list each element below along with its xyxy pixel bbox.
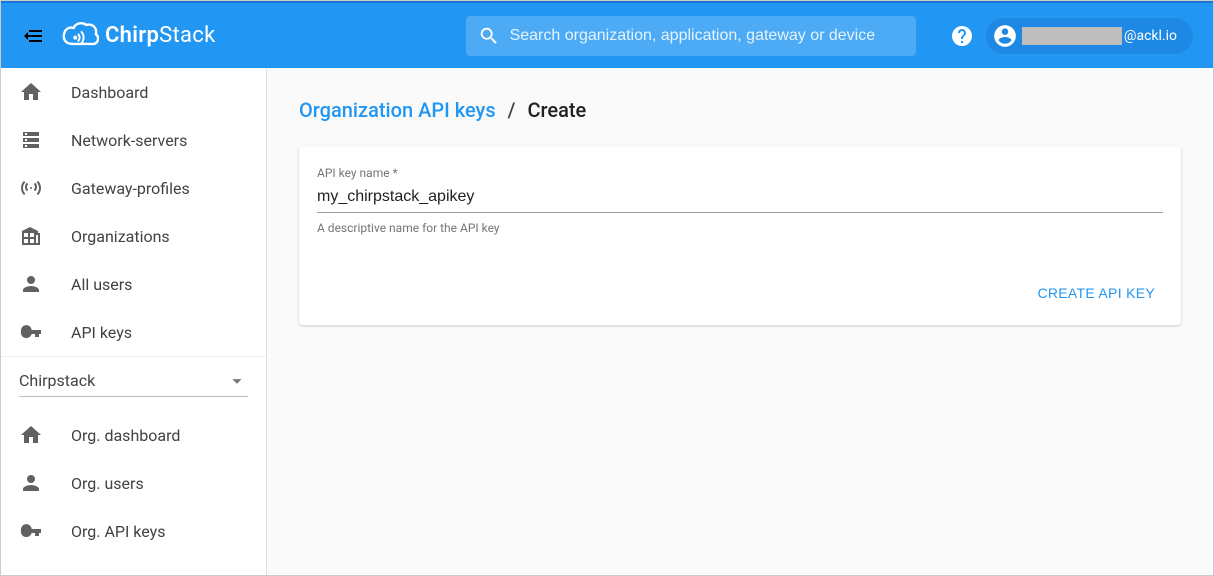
create-api-key-card: API key name * A descriptive name for th… (299, 146, 1181, 325)
user-domain: @ackl.io (1124, 28, 1177, 44)
sidebar: Dashboard Network-servers Gateway-profil… (1, 68, 267, 575)
sidebar-item-label: API keys (71, 323, 132, 342)
user-name-redacted (1022, 27, 1122, 45)
sidebar-item-organizations[interactable]: Organizations (1, 212, 266, 260)
sidebar-item-label: All users (71, 275, 132, 294)
org-select-value: Chirpstack (19, 371, 95, 390)
menu-toggle-button[interactable] (21, 24, 45, 48)
sidebar-item-label: Organizations (71, 227, 170, 246)
sidebar-item-api-keys[interactable]: API keys (1, 308, 266, 356)
app-header: ChirpStack @ackl.io (1, 1, 1213, 68)
breadcrumb-link-org-api-keys[interactable]: Organization API keys (299, 98, 496, 122)
sidebar-item-label: Dashboard (71, 83, 148, 102)
sidebar-item-label: Org. dashboard (71, 426, 180, 445)
person-icon (19, 272, 43, 296)
sidebar-item-gateway-profiles[interactable]: Gateway-profiles (1, 164, 266, 212)
antenna-icon (19, 176, 43, 200)
sidebar-item-all-users[interactable]: All users (1, 260, 266, 308)
help-icon[interactable] (950, 24, 974, 48)
sidebar-item-label: Network-servers (71, 131, 187, 150)
breadcrumb-separator: / (508, 98, 516, 122)
sidebar-item-label: Gateway-profiles (71, 179, 190, 198)
chevron-down-icon (226, 370, 248, 392)
home-icon (19, 80, 43, 104)
api-key-name-input[interactable] (317, 184, 1163, 213)
app-logo[interactable]: ChirpStack (61, 19, 216, 53)
api-key-name-helper: A descriptive name for the API key (317, 221, 1163, 235)
sidebar-item-org-users[interactable]: Org. users (1, 459, 266, 507)
sidebar-item-label: Org. users (71, 474, 144, 493)
user-chip[interactable]: @ackl.io (986, 18, 1193, 54)
sidebar-item-org-api-keys[interactable]: Org. API keys (1, 507, 266, 555)
server-icon (19, 128, 43, 152)
sidebar-item-network-servers[interactable]: Network-servers (1, 116, 266, 164)
sidebar-item-dashboard[interactable]: Dashboard (1, 68, 266, 116)
sidebar-item-org-dashboard[interactable]: Org. dashboard (1, 411, 266, 459)
create-api-key-button[interactable]: CREATE API KEY (1029, 277, 1163, 309)
person-icon (19, 471, 43, 495)
home-icon (19, 423, 43, 447)
breadcrumb: Organization API keys / Create (299, 98, 1181, 122)
main-content: Organization API keys / Create API key n… (267, 68, 1213, 575)
building-icon (19, 224, 43, 248)
key-icon (19, 320, 43, 344)
chirpstack-logo-icon (61, 19, 99, 53)
breadcrumb-current: Create (527, 98, 586, 122)
api-key-name-label: API key name * (317, 166, 1163, 180)
key-icon (19, 519, 43, 543)
account-icon (992, 23, 1018, 49)
search-icon (478, 25, 500, 47)
app-title: ChirpStack (105, 23, 216, 48)
search-bar[interactable] (466, 16, 916, 56)
sidebar-item-label: Org. API keys (71, 522, 165, 541)
search-input[interactable] (510, 27, 904, 45)
org-selector[interactable]: Chirpstack (19, 365, 248, 397)
